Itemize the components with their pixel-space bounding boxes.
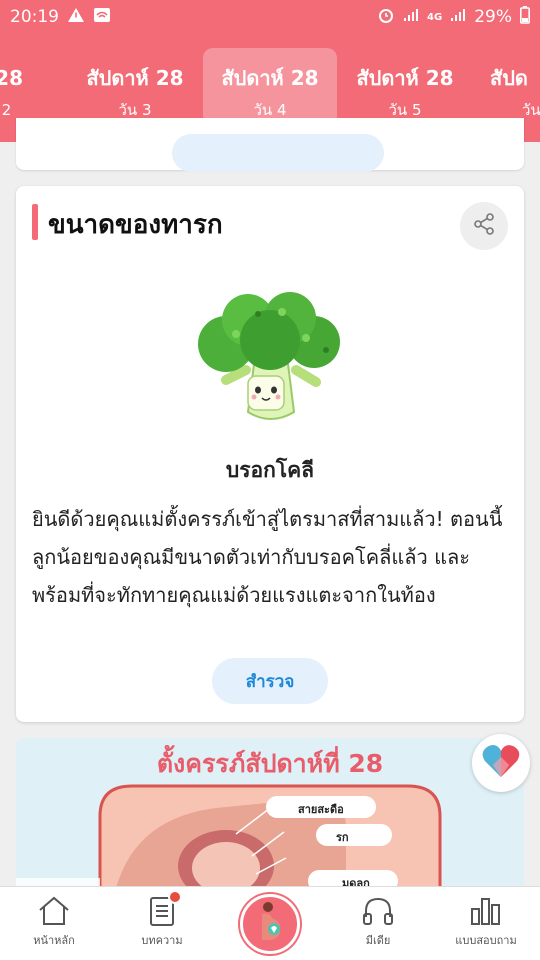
nav-pregnancy-center-button[interactable] [240,894,300,954]
battery-icon [520,5,530,29]
week-28-banner[interactable]: ตั้งครรภ์สัปดาห์ที่ 28 สายสะดือ รก มดลูก [16,738,524,888]
baby-size-description: ยินดีด้วยคุณแม่ตั้งครรภ์เข้าสู่ไตรมาสที่… [32,507,503,607]
nav-media[interactable]: มีเดีย [328,895,428,949]
favorite-button[interactable] [472,734,530,792]
card-title: ขนาดของทารก [48,210,223,240]
baby-size-card: ขนาดของทารก บรอกโคลี ยินดีด้วยคุณแม่ตั้ง… [16,186,524,722]
article-icon [112,895,212,927]
heart-icon [481,743,521,783]
fruit-name: บรอกโคลี [225,458,315,482]
tab-week-28-day-3[interactable]: สัปดาห์ 28 วัน 3 [68,48,202,126]
nav-survey[interactable]: แบบสอบถาม [436,895,536,949]
status-time: 20:19 [10,7,59,27]
title-accent-bar [32,204,38,240]
headphones-icon [328,895,428,927]
nav-media-label: มีเดีย [365,934,391,947]
warning-icon [67,7,85,28]
pregnancy-icon [252,900,288,948]
explore-button[interactable]: สำรวจ [212,658,328,704]
wifi-icon [93,7,111,28]
tab-week-label: สัปด [490,66,528,90]
status-bar: 20:19 4G 29% [0,0,540,34]
tab-week-label: สัปดาห์ 28 [356,66,454,90]
share-button[interactable] [460,202,508,250]
signal-icon [403,7,419,27]
tab-week-label: สัปดาห์ 28 [221,66,319,90]
previous-card-button[interactable] [172,134,384,172]
nav-home-label: หน้าหลัก [33,934,75,947]
broccoli-icon [186,284,356,434]
banner-label-umbilical: สายสะดือ [298,803,344,816]
tab-week-28-day-6[interactable]: สัปด วัน [474,48,540,126]
chart-icon [436,895,536,927]
pregnancy-illustration [16,784,442,888]
tab-week-28-day-2[interactable]: ห์ 28 น 2 [0,48,66,126]
battery-level: 29% [474,7,512,27]
tab-week-28-day-4[interactable]: สัปดาห์ 28 วัน 4 [203,48,337,126]
home-icon [4,895,104,927]
nav-home[interactable]: หน้าหลัก [4,895,104,949]
nav-articles[interactable]: บทความ [112,895,212,949]
notification-badge [168,890,182,904]
previous-card [16,118,524,172]
nav-survey-label: แบบสอบถาม [455,934,517,947]
share-icon [471,211,497,241]
signal-icon-2 [450,7,466,27]
nav-articles-label: บทความ [141,934,183,947]
tab-week-label: ห์ 28 [0,66,23,90]
network-type: 4G [427,11,443,23]
tab-week-28-day-5[interactable]: สัปดาห์ 28 วัน 5 [338,48,472,126]
tab-week-label: สัปดาห์ 28 [86,66,184,90]
alarm-icon [377,6,395,29]
banner-label-placenta: รก [336,831,349,844]
